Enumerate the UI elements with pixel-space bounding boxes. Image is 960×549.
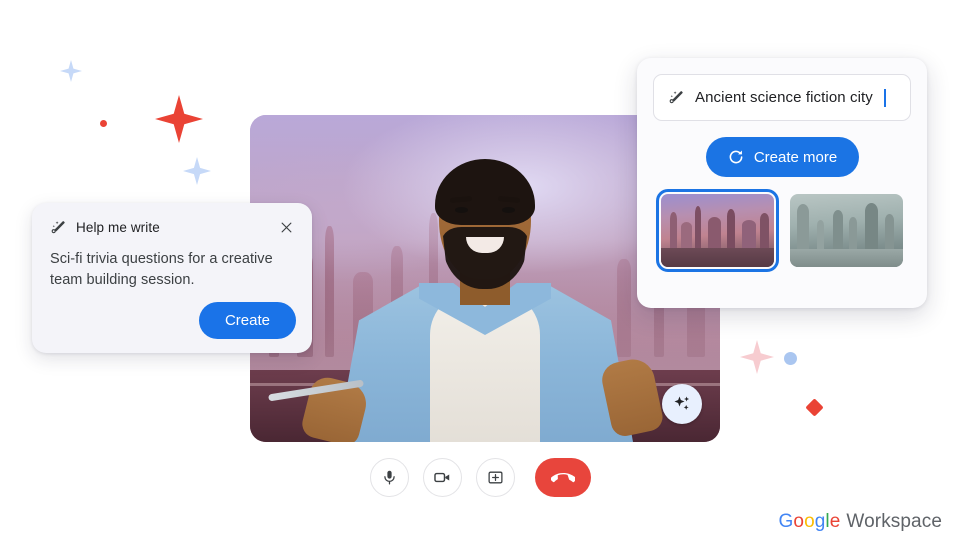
- generated-thumbnails: [653, 189, 911, 272]
- present-screen-icon: [487, 471, 503, 484]
- meet-toolbar: [0, 458, 960, 497]
- sparkle-blue-medium-icon: [183, 157, 211, 185]
- create-more-button[interactable]: Create more: [705, 137, 859, 177]
- sparkle-red-diamond-icon: [805, 398, 824, 417]
- thumbnail-grey-city[interactable]: [790, 194, 903, 267]
- close-icon[interactable]: [279, 220, 294, 235]
- sparkle-pink-right-icon: [740, 340, 774, 374]
- help-me-write-card[interactable]: Help me write Sci-fi trivia questions fo…: [32, 203, 312, 353]
- google-wordmark: Google: [778, 511, 841, 532]
- prompt-value: Ancient science fiction city: [695, 89, 873, 106]
- magic-wand-icon: [669, 91, 683, 104]
- sparkle-blue-small-topleft-icon: [60, 60, 82, 82]
- end-call-button[interactable]: [534, 458, 591, 497]
- hair: [435, 159, 535, 225]
- microphone-button[interactable]: [369, 458, 409, 497]
- sparkle-effects-button[interactable]: [662, 384, 702, 424]
- sparkle-red-large-icon: [155, 95, 203, 143]
- magic-wand-icon: [51, 221, 65, 234]
- google-workspace-logo: Google Workspace: [779, 511, 943, 533]
- thumbnail-pink-city[interactable]: [656, 189, 779, 272]
- refresh-icon: [729, 150, 743, 164]
- sparkle-blue-dot-right-icon: [784, 352, 797, 365]
- camera-button[interactable]: [422, 458, 462, 497]
- help-me-write-header: Help me write: [50, 219, 294, 236]
- sparkle-icon: [674, 396, 690, 410]
- eye-left: [455, 207, 468, 213]
- help-me-write-title: Help me write: [76, 220, 160, 235]
- image-generator-panel[interactable]: Ancient science fiction city Create more: [637, 58, 927, 308]
- prompt-input[interactable]: Ancient science fiction city: [653, 74, 911, 121]
- present-button[interactable]: [475, 458, 515, 497]
- sparkle-red-dot-icon: [100, 120, 107, 127]
- create-button[interactable]: Create: [198, 302, 296, 339]
- workspace-wordmark: Workspace: [846, 511, 942, 532]
- help-me-write-body: Sci-fi trivia questions for a creative t…: [50, 251, 273, 288]
- eye-right: [502, 207, 515, 213]
- microphone-icon: [383, 470, 395, 485]
- video-camera-icon: [433, 472, 449, 483]
- phone-hangup-icon: [550, 472, 575, 482]
- screenshot-stage: Help me write Sci-fi trivia questions fo…: [0, 0, 960, 549]
- create-more-label: Create more: [753, 148, 838, 166]
- close-x-icon: [281, 222, 292, 233]
- text-cursor: [883, 88, 886, 107]
